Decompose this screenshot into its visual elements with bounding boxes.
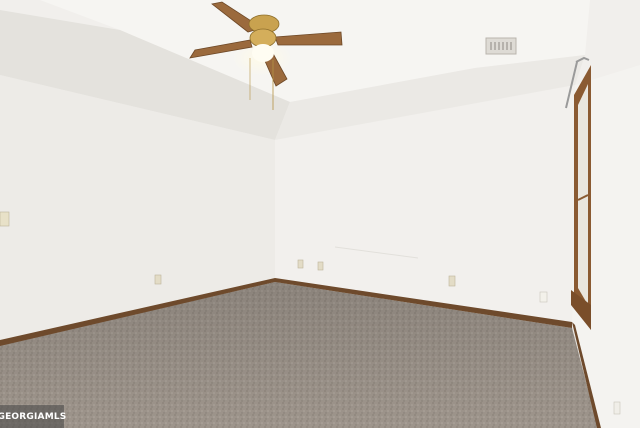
light-switch (0, 211, 10, 227)
outlet (297, 259, 304, 269)
outlet (154, 274, 162, 285)
outlet (448, 275, 456, 287)
outlet (613, 401, 621, 415)
outlet (539, 291, 548, 303)
window-glass (578, 84, 588, 305)
watermark-text: GEORGIAMLS (0, 411, 67, 422)
room-photo: GEORGIAMLS (0, 0, 640, 428)
room-illustration (0, 0, 640, 428)
fan-light (252, 44, 274, 62)
outlet (317, 261, 324, 271)
mls-watermark-logo: GEORGIAMLS (0, 405, 67, 428)
